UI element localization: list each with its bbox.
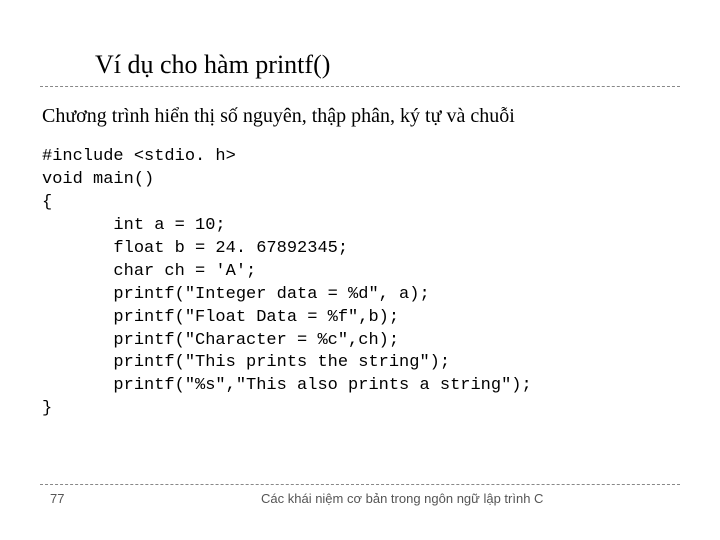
code-line: { bbox=[42, 193, 52, 212]
code-line: printf("Float Data = %f",b); bbox=[42, 308, 399, 327]
code-line: char ch = 'A'; bbox=[42, 262, 256, 281]
slide: Ví dụ cho hàm printf() Chương trình hiển… bbox=[0, 0, 720, 540]
code-block: #include <stdio. h> void main() { int a … bbox=[40, 146, 680, 421]
slide-footer: 77 Các khái niệm cơ bản trong ngôn ngữ l… bbox=[40, 484, 680, 506]
code-line: } bbox=[42, 399, 52, 418]
slide-title: Ví dụ cho hàm printf() bbox=[40, 50, 680, 87]
slide-subtitle: Chương trình hiển thị số nguyên, thập ph… bbox=[40, 105, 680, 128]
code-line: #include <stdio. h> bbox=[42, 147, 236, 166]
page-number: 77 bbox=[40, 491, 64, 506]
code-line: printf("Character = %c",ch); bbox=[42, 331, 399, 350]
code-line: printf("This prints the string"); bbox=[42, 353, 450, 372]
footer-text: Các khái niệm cơ bản trong ngôn ngữ lập … bbox=[64, 491, 680, 506]
code-line: printf("%s","This also prints a string")… bbox=[42, 376, 532, 395]
code-line: void main() bbox=[42, 170, 154, 189]
code-line: float b = 24. 67892345; bbox=[42, 239, 348, 258]
code-line: printf("Integer data = %d", a); bbox=[42, 285, 430, 304]
code-line: int a = 10; bbox=[42, 216, 226, 235]
